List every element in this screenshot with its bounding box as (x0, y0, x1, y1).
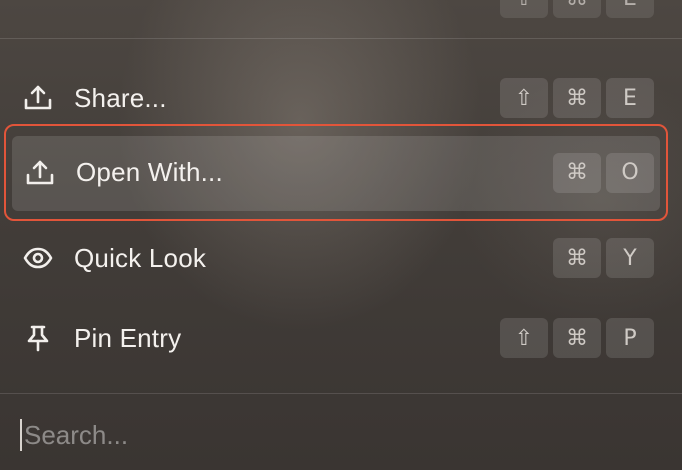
menu-item-label: Pin Entry (74, 322, 182, 353)
shortcut-key: O (606, 152, 654, 193)
shortcut-key: ⌘ (553, 78, 601, 118)
menu-item-label: Open With... (76, 157, 223, 187)
search-input[interactable] (24, 419, 624, 451)
previous-item-shortcut: ⇧ ⌘ E (500, 0, 654, 18)
shortcut-key: ⇧ (500, 0, 548, 18)
shortcut: ⌘ O (553, 152, 654, 193)
shortcut-key: ⇧ (500, 318, 548, 358)
shortcut-key: ⌘ (553, 238, 601, 278)
menu-item-open-with[interactable]: Open With... ⌘ O (4, 124, 668, 221)
shortcut-key: P (606, 318, 654, 358)
search-bar[interactable] (20, 412, 660, 458)
shortcut-key: ⌘ (553, 152, 601, 193)
open-with-icon (24, 157, 56, 189)
menu-item-label: Share... (74, 82, 167, 113)
menu-item-label: Quick Look (74, 242, 207, 273)
divider (0, 38, 682, 39)
shortcut: ⇧ ⌘ E (500, 78, 654, 118)
pin-icon (22, 322, 54, 354)
shortcut: ⌘ Y (553, 238, 654, 278)
shortcut-key: ⌘ (553, 0, 601, 18)
menu-item-pin-entry[interactable]: Pin Entry ⇧ ⌘ P (0, 298, 682, 378)
shortcut-key: ⌘ (553, 318, 601, 358)
text-caret (20, 419, 22, 451)
divider (0, 393, 682, 394)
eye-icon (22, 242, 54, 274)
shortcut-key: E (606, 78, 654, 118)
action-menu: ⇧ ⌘ E Share... ⇧ ⌘ E Open (0, 0, 682, 470)
shortcut-key: ⇧ (500, 78, 548, 118)
menu-item-quick-look[interactable]: Quick Look ⌘ Y (0, 218, 682, 298)
shortcut-key: E (606, 0, 654, 18)
share-icon (22, 82, 54, 114)
shortcut-key: Y (606, 238, 654, 278)
shortcut: ⇧ ⌘ P (500, 318, 654, 358)
